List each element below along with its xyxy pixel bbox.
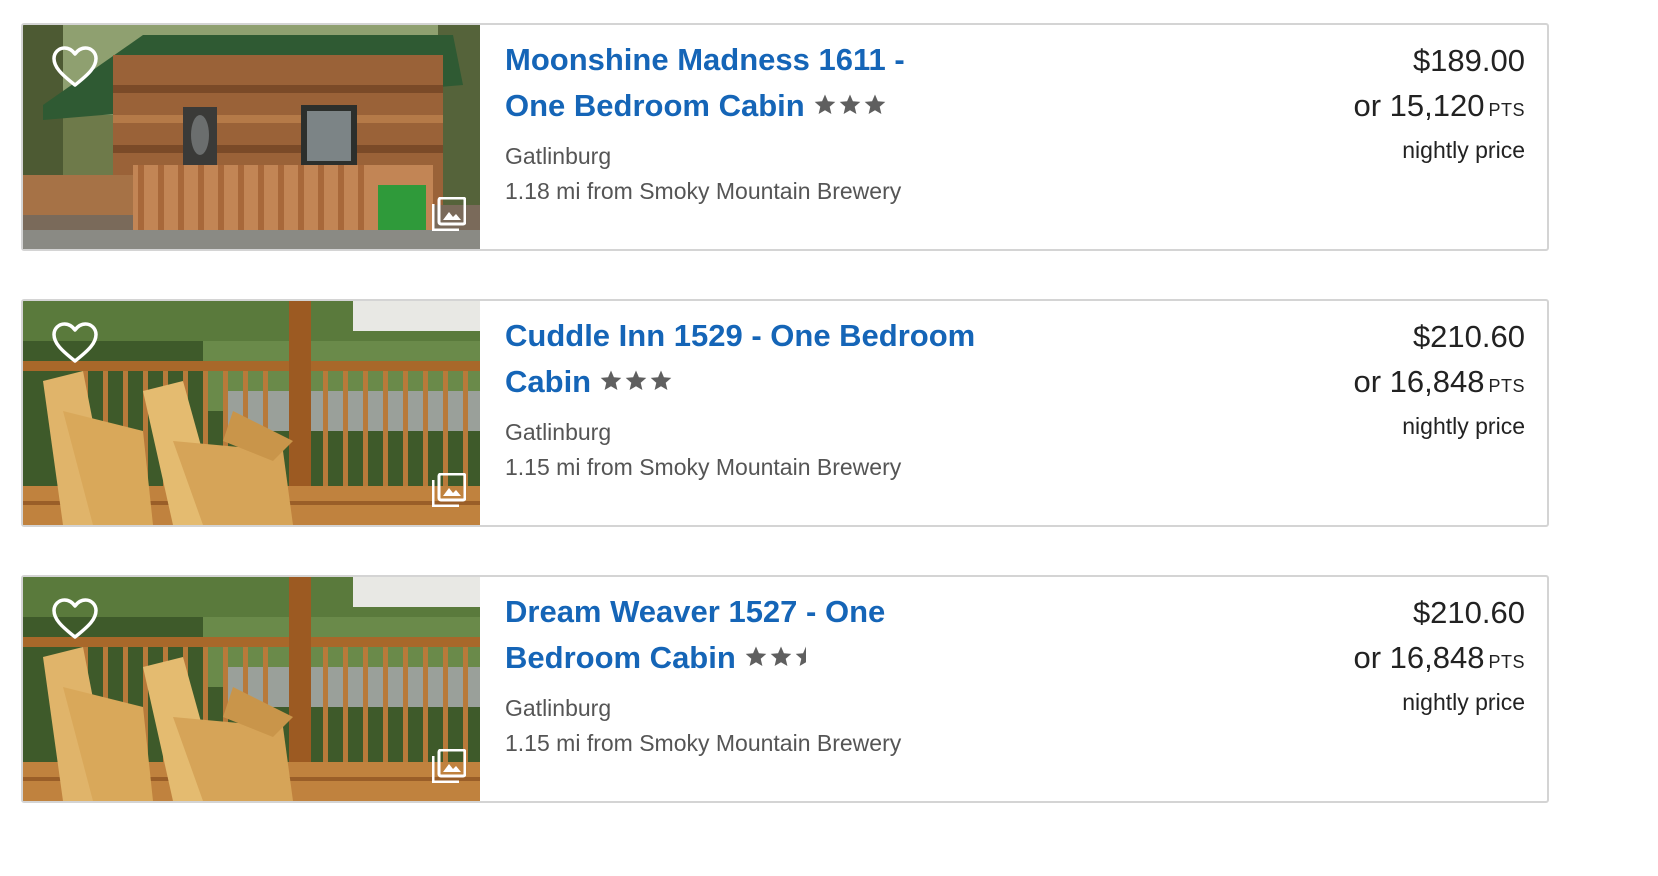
listing-photo[interactable]	[23, 301, 480, 525]
listing-title-link[interactable]: Dream Weaver 1527 - One Bedroom Cabin	[505, 589, 1065, 681]
points-unit: PTS	[1488, 376, 1525, 396]
listing-city: Gatlinburg	[505, 695, 612, 721]
star-icon	[625, 370, 647, 390]
price-note: nightly price	[1402, 689, 1525, 715]
points-value: or 16,848	[1353, 640, 1485, 675]
listing-distance: 1.18 mi from Smoky Mountain Brewery	[505, 178, 902, 204]
nightly-price: $210.60	[1412, 319, 1525, 354]
star-rating	[599, 369, 673, 393]
listing-distance: 1.15 mi from Smoky Mountain Brewery	[505, 454, 902, 480]
points-value: or 15,120	[1353, 88, 1485, 123]
points-unit: PTS	[1488, 652, 1525, 672]
listing-card[interactable]: Dream Weaver 1527 - One Bedroom Cabin Ga	[21, 575, 1549, 803]
listing-card[interactable]: Cuddle Inn 1529 - One Bedroom Cabin Gatl…	[21, 299, 1549, 527]
photo-gallery-icon[interactable]	[432, 473, 466, 507]
heart-outline-icon[interactable]	[51, 321, 99, 365]
points-price: or 16,848 PTS	[1353, 635, 1525, 685]
price-note: nightly price	[1402, 137, 1525, 163]
heart-outline-icon[interactable]	[51, 597, 99, 641]
listing-city: Gatlinburg	[505, 419, 612, 445]
star-icon	[600, 370, 622, 390]
star-rating	[813, 93, 887, 117]
star-icon	[839, 94, 861, 114]
star-icon	[814, 94, 836, 114]
heart-outline-icon[interactable]	[51, 45, 99, 89]
search-results-list: Moonshine Madness 1611 - One Bedroom Cab…	[0, 0, 1658, 876]
points-unit: PTS	[1488, 100, 1525, 120]
nightly-price: $189.00	[1412, 43, 1525, 78]
nightly-price: $210.60	[1412, 595, 1525, 630]
listing-title-line2[interactable]: One Bedroom Cabin	[505, 88, 805, 123]
points-price: or 15,120 PTS	[1353, 83, 1525, 133]
listing-card[interactable]: Moonshine Madness 1611 - One Bedroom Cab…	[21, 23, 1549, 251]
listing-title-link[interactable]: Cuddle Inn 1529 - One Bedroom Cabin	[505, 313, 1065, 405]
listing-title-line1[interactable]: Dream Weaver 1527 - One	[505, 594, 885, 629]
price-block: $189.00 or 15,120 PTS nightly price	[1353, 39, 1525, 167]
listing-title-line2[interactable]: Bedroom Cabin	[505, 640, 736, 675]
price-note: nightly price	[1402, 413, 1525, 439]
listing-title-line1[interactable]: Moonshine Madness 1611 -	[505, 42, 905, 77]
star-icon	[745, 646, 767, 666]
listing-title-line2[interactable]: Cabin	[505, 364, 591, 399]
points-price: or 16,848 PTS	[1353, 359, 1525, 409]
half-star-icon	[795, 646, 806, 666]
star-icon	[770, 646, 792, 666]
photo-gallery-icon[interactable]	[432, 749, 466, 783]
photo-gallery-icon[interactable]	[432, 197, 466, 231]
listing-city: Gatlinburg	[505, 143, 612, 169]
listing-photo[interactable]	[23, 577, 480, 801]
listing-info: Dream Weaver 1527 - One Bedroom Cabin Ga	[505, 589, 1065, 761]
price-block: $210.60 or 16,848 PTS nightly price	[1353, 591, 1525, 719]
star-icon	[650, 370, 672, 390]
points-value: or 16,848	[1353, 364, 1485, 399]
listing-photo[interactable]	[23, 25, 480, 249]
star-rating	[744, 645, 818, 669]
listing-title-line1[interactable]: Cuddle Inn 1529 - One Bedroom	[505, 318, 975, 353]
listing-info: Cuddle Inn 1529 - One Bedroom Cabin Gatl…	[505, 313, 1065, 485]
price-block: $210.60 or 16,848 PTS nightly price	[1353, 315, 1525, 443]
star-icon	[864, 94, 886, 114]
listing-info: Moonshine Madness 1611 - One Bedroom Cab…	[505, 37, 1065, 209]
listing-title-link[interactable]: Moonshine Madness 1611 - One Bedroom Cab…	[505, 37, 1065, 129]
listing-distance: 1.15 mi from Smoky Mountain Brewery	[505, 730, 902, 756]
